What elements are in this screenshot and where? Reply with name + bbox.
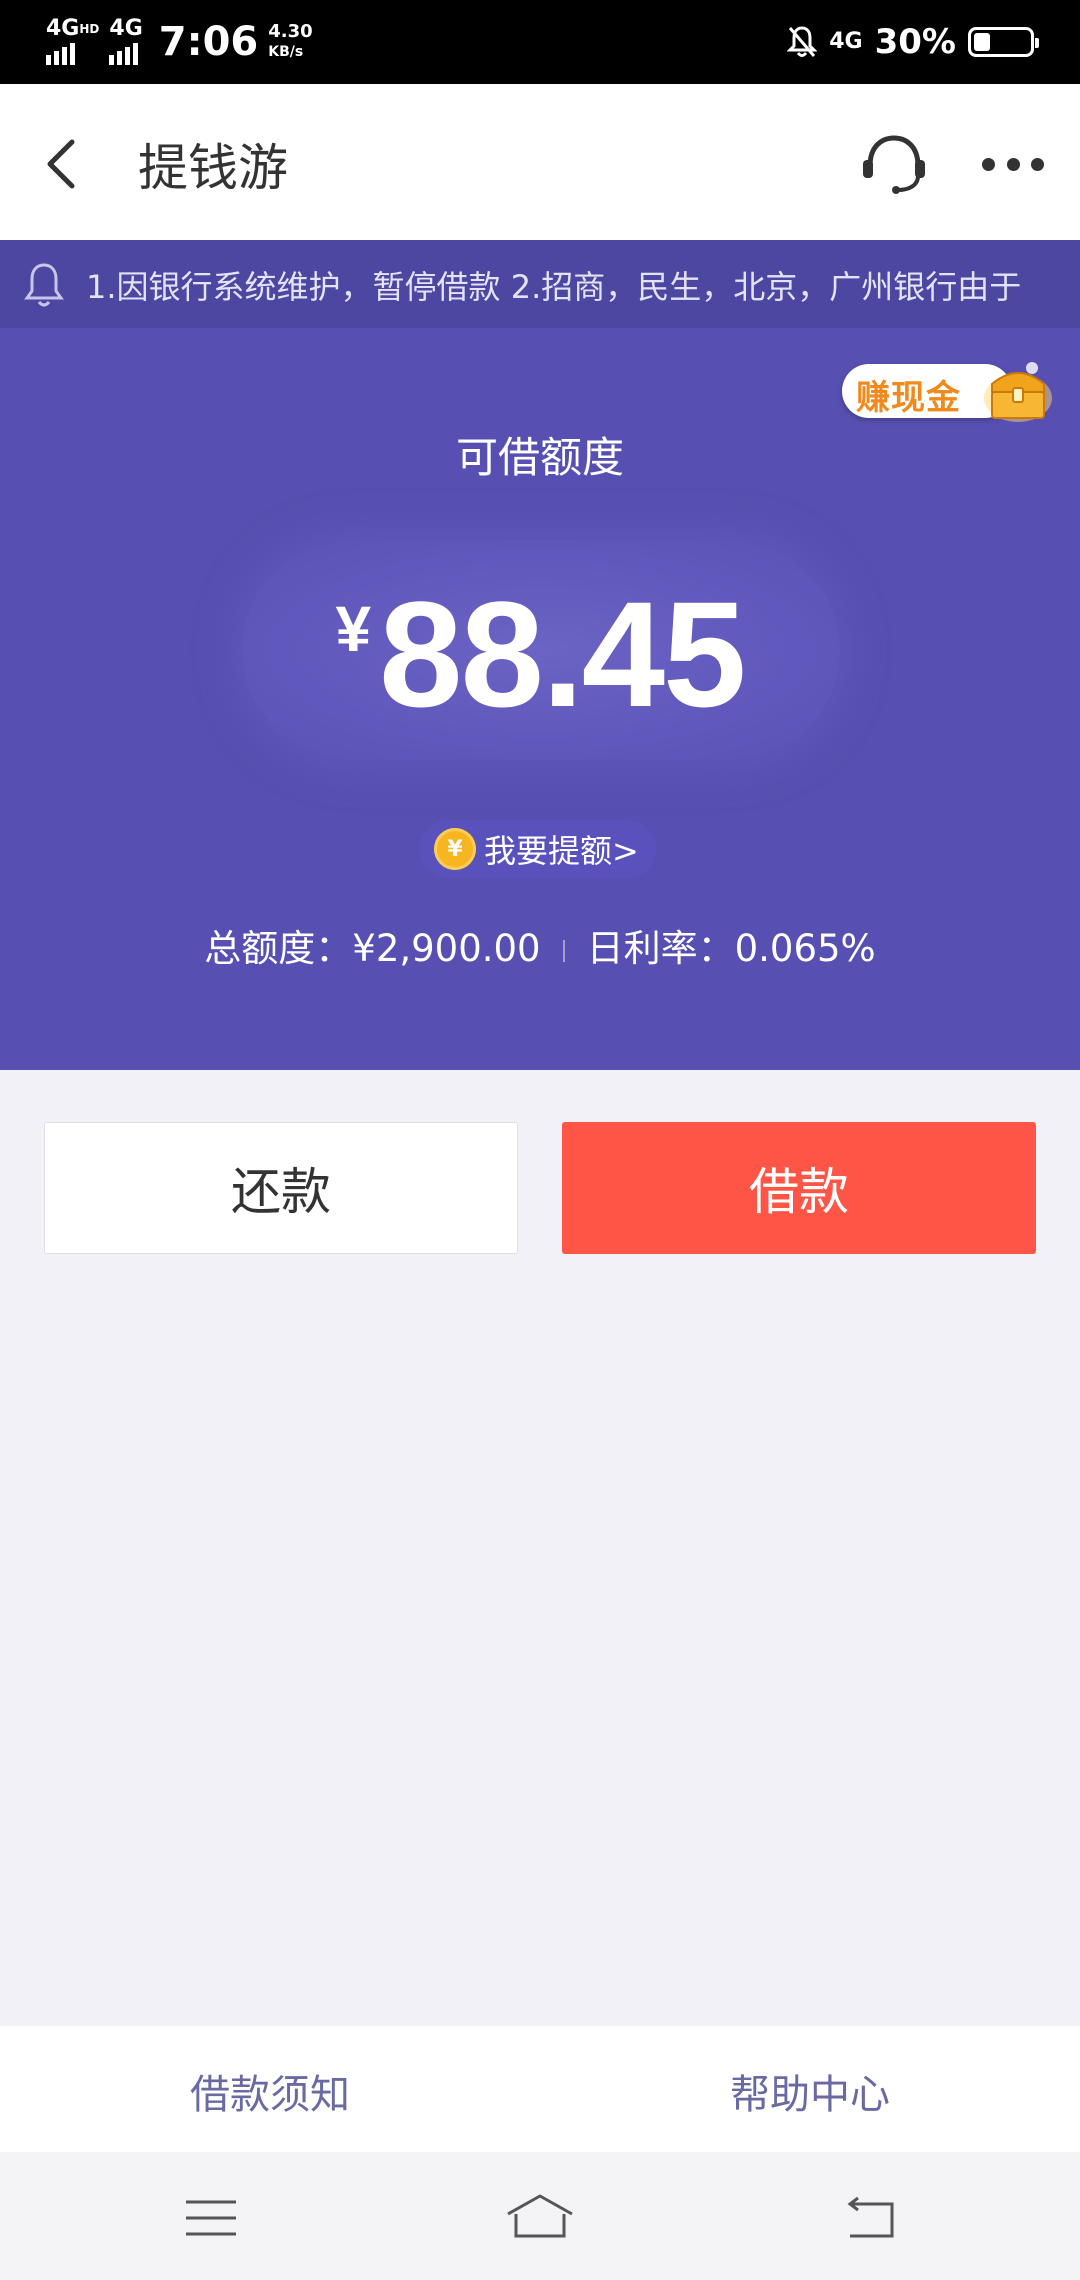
battery-percent: 30%	[874, 22, 956, 62]
bell-icon	[24, 263, 64, 307]
available-amount: ¥88.45	[0, 568, 1080, 741]
network-indicator-3: 4G	[829, 29, 863, 54]
notice-bar[interactable]: 1.因银行系统维护，暂停借款 2.招商，民生，北京，广州银行由于	[0, 240, 1080, 328]
credit-stats: 总额度：¥2,900.00 日利率：0.065%	[0, 918, 1080, 972]
back-arrow-icon[interactable]	[38, 134, 88, 194]
credit-label: 可借额度	[455, 433, 624, 482]
earn-cash-label: 赚现金	[856, 378, 961, 418]
menu-icon[interactable]	[184, 2198, 238, 2238]
network-indicator-2: 4G	[109, 18, 143, 65]
signal-icon	[46, 39, 99, 65]
home-icon[interactable]	[504, 2192, 576, 2240]
clock: 7:06	[158, 19, 259, 65]
borrow-button[interactable]: 借款	[562, 1122, 1036, 1254]
status-bar: 4GHD 4G 7:06 4.30 KB/s 4G 30%	[0, 0, 1080, 84]
system-nav-bar	[0, 2152, 1080, 2280]
network-indicator-1: 4GHD	[46, 18, 99, 65]
divider	[562, 939, 565, 962]
coin-icon: ¥	[434, 828, 476, 870]
repay-button[interactable]: 还款	[44, 1122, 518, 1254]
footer-links: 借款须知 帮助中心	[0, 2026, 1080, 2152]
more-icon[interactable]	[982, 158, 1044, 174]
app-header: 提钱游	[0, 84, 1080, 240]
amount-value: 88.45	[379, 570, 746, 738]
network-speed: 4.30 KB/s	[268, 21, 313, 61]
notifications-off-icon	[787, 26, 818, 57]
total-limit: 总额度：¥2,900.00	[204, 927, 541, 970]
raise-limit-label: 我要提额>	[484, 832, 639, 870]
customer-service-icon[interactable]	[858, 132, 930, 196]
signal-icon	[109, 39, 142, 65]
daily-rate: 日利率：0.065%	[586, 927, 876, 970]
loan-notice-link[interactable]: 借款须知	[190, 2062, 350, 2120]
nav-back-icon[interactable]	[842, 2196, 896, 2240]
credit-panel: 赚现金 可借额度 ¥88.45 ¥ 我要提额> 总额度：¥2,900.00 日利率…	[0, 328, 1080, 1070]
raise-limit-button[interactable]: ¥ 我要提额>	[420, 820, 656, 878]
notice-text: 1.因银行系统维护，暂停借款 2.招商，民生，北京，广州银行由于	[86, 268, 1022, 306]
page-title: 提钱游	[138, 139, 288, 197]
treasure-chest-icon	[984, 362, 1052, 422]
status-left: 4GHD 4G 7:06 4.30 KB/s	[46, 0, 313, 84]
battery-icon	[968, 27, 1039, 57]
currency-symbol: ¥	[335, 593, 372, 665]
earn-cash-badge[interactable]: 赚现金	[842, 358, 1052, 422]
status-right: 4G 30%	[787, 0, 1039, 84]
help-center-link[interactable]: 帮助中心	[730, 2062, 890, 2120]
